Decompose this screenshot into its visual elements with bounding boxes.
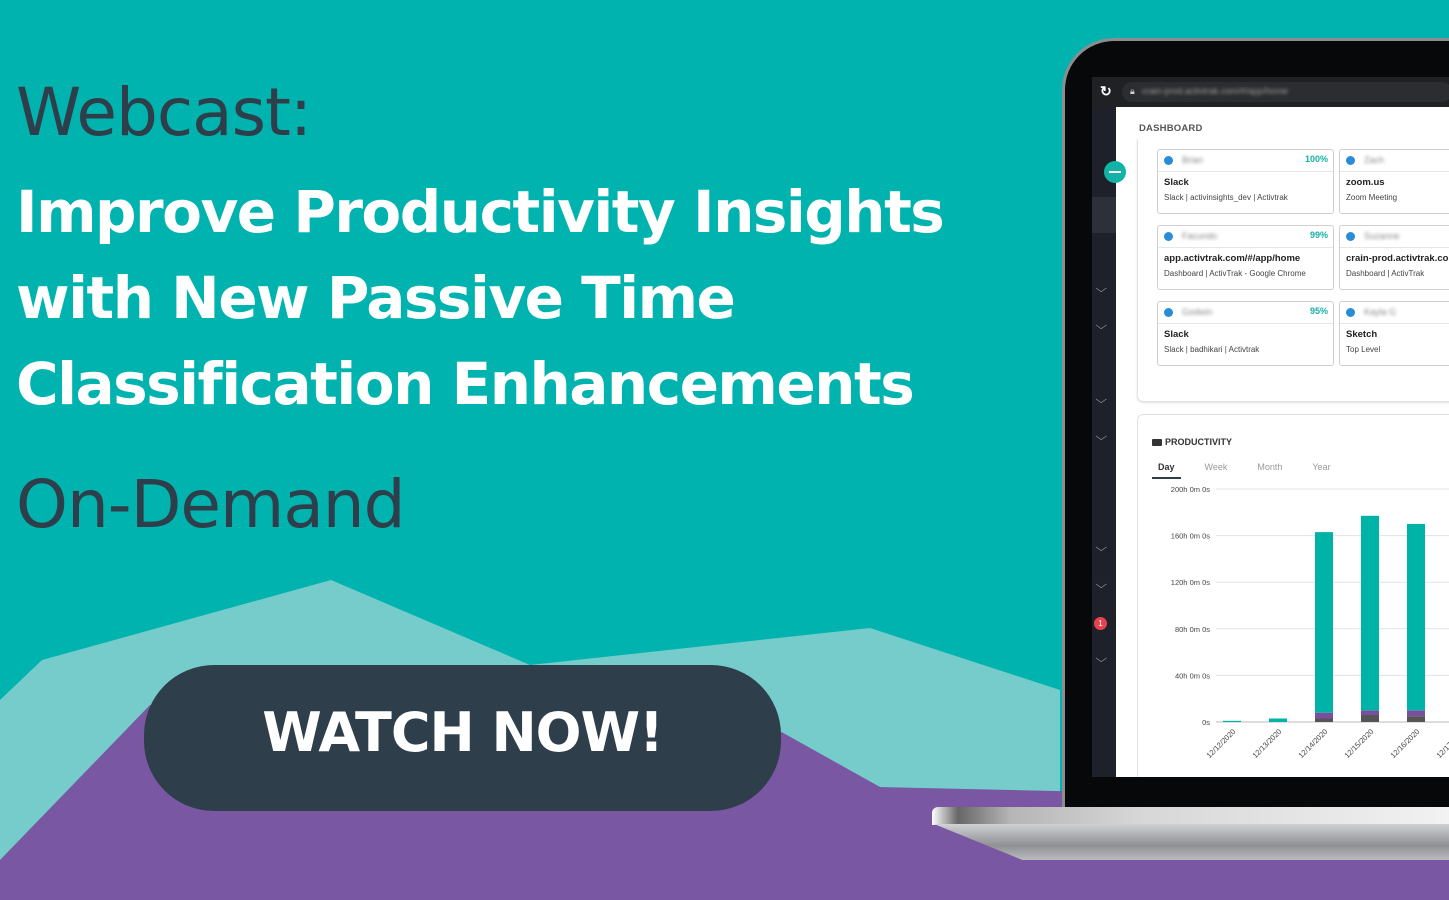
productivity-title: PRODUCTIVITY (1152, 437, 1232, 447)
user-card[interactable]: Suzanne crain-prod.activtrak.com Dashboa… (1339, 225, 1449, 290)
productivity-percent: 100% (1304, 154, 1328, 164)
bar-productive[interactable] (1361, 515, 1379, 711)
status-dot-icon (1164, 156, 1173, 165)
x-tick-label: 12/15/2020 (1343, 727, 1376, 760)
address-bar[interactable]: 🔒︎ crain-prod.activtrak.com/#/app/home (1122, 82, 1449, 102)
user-name: Suzanne (1364, 231, 1400, 241)
user-name: Facundo (1182, 231, 1218, 241)
reload-icon[interactable]: ↻ (1100, 83, 1112, 100)
url-text: crain-prod.activtrak.com/#/app/home (1142, 86, 1289, 96)
chevron-down-icon[interactable]: ⌵ (1095, 653, 1107, 666)
user-card[interactable]: Brian 100% Slack Slack | activinsights_de… (1157, 149, 1334, 214)
sidebar-active-item[interactable] (1092, 197, 1116, 233)
x-tick-label: 12/17/2020 (1435, 727, 1449, 760)
app-detail: Slack | badhikari | Activtrak (1164, 345, 1260, 354)
app-detail: Zoom Meeting (1346, 193, 1398, 202)
x-tick-label: 12/16/2020 (1389, 727, 1422, 760)
notification-badge: 1 (1094, 617, 1107, 630)
status-dot-icon (1346, 156, 1355, 165)
status-dot-icon (1346, 232, 1355, 241)
top-users-panel: Brian 100% Slack Slack | activinsights_de… (1137, 139, 1449, 402)
app-name: zoom.us (1346, 177, 1385, 188)
app-detail: Slack | activinsights_dev | Activtrak (1164, 193, 1288, 202)
status-dot-icon (1346, 308, 1355, 317)
headline-line-1: Improve Productivity Insights (16, 178, 945, 246)
productivity-percent: 99% (1309, 230, 1328, 240)
chevron-down-icon[interactable]: ⌵ (1095, 431, 1107, 444)
bar-productive[interactable] (1315, 532, 1333, 713)
productivity-panel: PRODUCTIVITY Day Week Month Year 0s 40h 0m 0… (1137, 414, 1449, 777)
bar-undefined[interactable] (1407, 710, 1425, 717)
y-tick-label: 120h 0m 0s (1171, 578, 1210, 587)
status-dot-icon (1164, 232, 1173, 241)
app-name: Sketch (1346, 329, 1378, 340)
bar-unproductive[interactable] (1361, 715, 1379, 722)
chevron-down-icon[interactable]: ⌵ (1095, 579, 1107, 592)
bar-unproductive[interactable] (1315, 718, 1333, 722)
watch-now-button[interactable]: WATCH NOW! (144, 665, 781, 811)
y-tick-label: 0s (1202, 718, 1210, 727)
y-tick-label: 200h 0m 0s (1171, 485, 1210, 494)
bar-productive[interactable] (1269, 718, 1287, 722)
x-tick-label: 12/12/2020 (1205, 727, 1238, 760)
bar-undefined[interactable] (1361, 710, 1379, 716)
chevron-down-icon[interactable]: ⌵ (1095, 542, 1107, 555)
app-name: app.activtrak.com/#/app/home (1164, 253, 1301, 264)
user-card[interactable]: Facundo 99% app.activtrak.com/#/app/home … (1157, 225, 1334, 290)
app-name: Slack (1164, 329, 1189, 340)
bar-productive[interactable] (1407, 523, 1425, 711)
chevron-down-icon[interactable]: ⌵ (1095, 394, 1107, 407)
bar-unproductive[interactable] (1407, 716, 1425, 722)
bar-productive[interactable] (1223, 720, 1241, 722)
user-name: Kayla G (1364, 307, 1397, 317)
app-name: Slack (1164, 177, 1189, 188)
x-tick-label: 12/14/2020 (1297, 727, 1330, 760)
laptop-base-bottom (934, 824, 1449, 860)
app-sidebar: ⌵ ⌵ ⌵ ⌵ ⌵ ⌵ 1 ⌵ (1092, 107, 1116, 777)
laptop-screen: ↻ 🔒︎ crain-prod.activtrak.com/#/app/home… (1092, 77, 1449, 777)
webcast-kicker: Webcast: (16, 74, 312, 151)
app-detail: Dashboard | ActivTrak (1346, 269, 1425, 278)
user-card[interactable]: Zach zoom.us Zoom Meeting (1339, 149, 1449, 214)
user-card[interactable]: Kayla G Sketch Top Level (1339, 301, 1449, 366)
app-name: crain-prod.activtrak.com (1346, 253, 1449, 264)
user-name: Brian (1182, 155, 1204, 165)
user-name: Godwin (1182, 307, 1213, 317)
dashboard-content: DASHBOARD Brian 100% Slack Slack | activi… (1116, 107, 1449, 777)
sidebar-collapse-button[interactable] (1104, 161, 1126, 183)
laptop-base-top (932, 807, 1449, 825)
chevron-down-icon[interactable]: ⌵ (1095, 283, 1107, 296)
page-title: DASHBOARD (1139, 123, 1203, 134)
user-name: Zach (1364, 155, 1385, 165)
y-tick-label: 40h 0m 0s (1175, 671, 1210, 680)
productivity-percent: 95% (1309, 306, 1328, 316)
on-demand-label: On-Demand (16, 466, 405, 543)
lock-icon: 🔒︎ (1130, 86, 1135, 96)
period-tabs: Day Week Month Year (1152, 457, 1355, 479)
user-card[interactable]: Godwin 95% Slack Slack | badhikari | Acti… (1157, 301, 1334, 366)
app-detail: Dashboard | ActivTrak - Google Chrome (1164, 269, 1306, 278)
briefcase-icon (1152, 439, 1162, 446)
productivity-chart: 0s 40h 0m 0s 80h 0m 0s 120h 0m 0s 160h 0m 0s… (1171, 485, 1449, 760)
headline-line-2: with New Passive Time (16, 264, 736, 332)
x-tick-label: 12/13/2020 (1251, 727, 1284, 760)
chevron-down-icon[interactable]: ⌵ (1095, 320, 1107, 333)
y-tick-label: 160h 0m 0s (1171, 532, 1210, 541)
browser-toolbar: ↻ 🔒︎ crain-prod.activtrak.com/#/app/home (1092, 77, 1449, 107)
headline-line-3: Classification Enhancements (16, 350, 915, 418)
app-detail: Top Level (1346, 345, 1381, 354)
y-tick-label: 80h 0m 0s (1175, 625, 1210, 634)
status-dot-icon (1164, 308, 1173, 317)
bar-undefined[interactable] (1315, 712, 1333, 719)
